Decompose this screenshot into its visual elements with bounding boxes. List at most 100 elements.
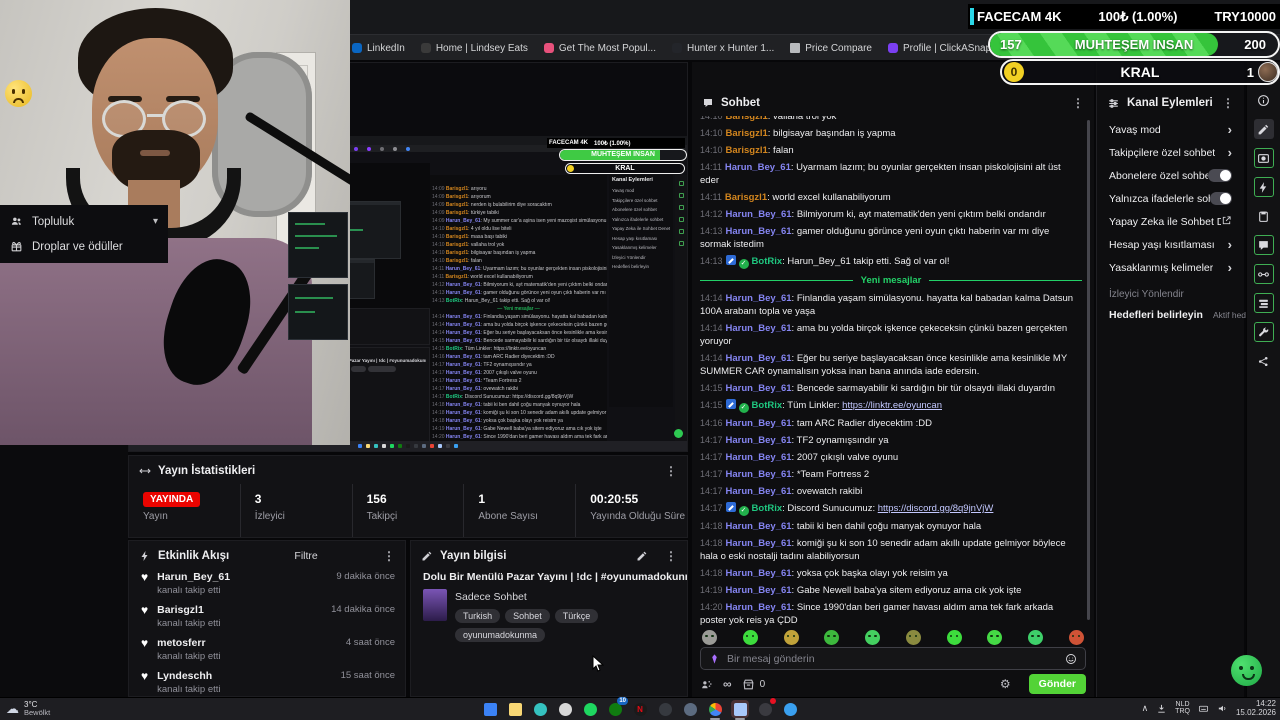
tag-pill[interactable]: oyunumadokunma (455, 628, 546, 642)
chat-scrollbar[interactable] (1087, 120, 1090, 620)
pencil-icon[interactable] (1253, 119, 1274, 139)
taskbar-tracker[interactable] (756, 698, 776, 718)
bookmark-item[interactable]: LinkedIn (352, 43, 405, 54)
tag-pill[interactable]: Turkish (455, 609, 501, 623)
taskbar-netflix[interactable]: N (631, 700, 649, 718)
kebab-menu[interactable]: ⋮ (1072, 96, 1084, 110)
bookmark-item[interactable]: Price Compare (790, 43, 872, 54)
keyboard-icon[interactable] (1198, 703, 1209, 714)
info-icon[interactable] (1254, 90, 1274, 110)
green-blob-emote[interactable] (742, 629, 758, 645)
taskbar-paint[interactable] (781, 700, 799, 718)
link-icon[interactable] (1253, 264, 1274, 284)
kebab-menu[interactable]: ⋮ (665, 464, 677, 478)
kebab-menu[interactable]: ⋮ (383, 549, 395, 563)
channel-action-chevron[interactable]: Yasaklanmış kelimeler › (1097, 256, 1244, 279)
bookmark-item[interactable]: Hunter x Hunter 1... (672, 43, 774, 54)
chat-message[interactable]: 14:12 Harun_Bey_61: Bilmiyorum ki, ayt ma… (700, 208, 1082, 221)
taskbar-edge[interactable] (531, 700, 549, 718)
activity-row[interactable]: ♥ Barisgzl1 kanalı takip etti 14 dakika önc… (129, 600, 405, 633)
chat-message[interactable]: 14:14 Harun_Bey_61: Finlandia yaşam simül… (700, 292, 1082, 318)
screen-share-icon[interactable] (1253, 148, 1274, 168)
chat-message[interactable]: 14:18 Harun_Bey_61: tabii ki ben dahil ço… (700, 520, 1082, 533)
kebab-menu[interactable]: ⋮ (1222, 96, 1234, 110)
chat-input[interactable] (727, 652, 1058, 665)
red-angry-emote[interactable] (1068, 629, 1084, 645)
tag-pill[interactable]: Sohbet (505, 609, 550, 623)
taskbar-discord[interactable] (656, 700, 674, 718)
emote-picker-icon[interactable] (1065, 653, 1077, 665)
chat-message[interactable]: 14:14 Harun_Bey_61: ama bu yolda birçok i… (700, 322, 1082, 348)
clock[interactable]: 14:22 15.02.2026 (1236, 699, 1276, 717)
taskbar-chrome[interactable] (706, 700, 724, 720)
share-nodes-icon[interactable] (1254, 351, 1274, 371)
chat-message[interactable]: 14:11 Barisgzl1: world excel kullanabiliy… (700, 191, 1082, 204)
tag-pill[interactable]: Türkçe (554, 609, 599, 623)
burger-emote[interactable] (783, 629, 799, 645)
green-happy-emote[interactable] (987, 629, 1003, 645)
language-indicator[interactable]: NLD TRQ (1175, 701, 1190, 716)
viewers-icon[interactable] (700, 678, 713, 691)
taskbar-notepad[interactable] (731, 700, 749, 720)
chatbot-widget[interactable] (1231, 655, 1262, 686)
chat-message[interactable]: 14:17 Harun_Bey_61: TF2 oynamışsındır ya (700, 434, 1082, 447)
tray-expand-icon[interactable]: ∧ (1142, 703, 1149, 714)
chat-message[interactable]: 14:15 Harun_Bey_61: Bencede sarmayabilir … (700, 382, 1082, 395)
taskbar-start[interactable] (481, 700, 499, 718)
lightning-icon[interactable] (1253, 177, 1274, 197)
chat-message[interactable]: 14:14 Harun_Bey_61: Eğer bu seriye başlay… (700, 352, 1082, 378)
channel-action-toggle[interactable]: Yalnızca ifadelerle sohbet (1097, 187, 1244, 210)
green-flower-emote[interactable] (865, 629, 881, 645)
download-icon[interactable] (1156, 703, 1167, 714)
chat-message[interactable]: 14:15 ✓ BotRix: Tüm Linkler: https://linkt… (700, 399, 1082, 413)
chat-message[interactable]: 14:11 Harun_Bey_61: Uyarmam lazım; bu oyu… (700, 161, 1082, 187)
bits-icon[interactable] (709, 652, 720, 666)
category-name[interactable]: Sadece Sohbet (455, 591, 675, 603)
link-icon[interactable]: ∞ (723, 677, 732, 691)
sidebar-item-drops[interactable]: Droplar ve ödüller (10, 234, 158, 259)
new-messages-divider[interactable]: Yeni mesajlar (700, 275, 1082, 286)
channel-action-toggle[interactable]: Abonelere özel sohbet (1097, 164, 1244, 187)
channel-action-external[interactable]: Yapay Zeka ile Sohbet Denetimi (1097, 210, 1244, 233)
activity-row[interactable]: ♥ metosferr kanalı takip etti 4 saat önce (129, 633, 405, 666)
green-calm-emote[interactable] (1028, 629, 1044, 645)
speaker-icon[interactable] (1217, 703, 1228, 714)
taskbar-steam[interactable] (681, 700, 699, 718)
chat-message[interactable]: 14:17 Harun_Bey_61: ovewatch rakibi (700, 485, 1082, 498)
green-hat-emote[interactable] (824, 629, 840, 645)
book-face-emote[interactable] (905, 629, 921, 645)
chat-message[interactable]: 14:13 Harun_Bey_61: gamer olduğunu görünc… (700, 225, 1082, 251)
chat-message[interactable]: 14:13 ✓ BotRix: Harun_Bey_61 takip etti. S… (700, 255, 1082, 269)
channel-action-chevron[interactable]: Takipçilere özel sohbet › (1097, 141, 1244, 164)
chat-message[interactable]: 14:17 Harun_Bey_61: 2007 çıkışlı valve oy… (700, 451, 1082, 464)
taskbar-xbox[interactable]: 10 (606, 697, 628, 718)
taskbar-store[interactable] (556, 700, 574, 718)
gear-icon[interactable]: ⚙ (1000, 677, 1011, 691)
wrench-icon[interactable] (1253, 322, 1274, 342)
chat-message[interactable]: 14:10 Barisgzl1: vallaha trol yok (700, 116, 1082, 123)
cat-emote[interactable] (702, 629, 717, 645)
chat-link[interactable]: https://linktr.ee/oyuncan (842, 400, 942, 411)
chat-message[interactable]: 14:17 ✓ BotRix: Discord Sunucumuz: https:/… (700, 502, 1082, 516)
send-button[interactable]: Gönder (1028, 674, 1086, 694)
weather-widget[interactable]: ☁ 3°C Bewölkt (6, 700, 50, 717)
sidebar-item-community[interactable]: Topluluk ▾ (10, 209, 158, 234)
chat-message[interactable]: 14:19 Harun_Bey_61: Gabe Newell baba'ya s… (700, 584, 1082, 597)
channel-action-chevron[interactable]: Yavaş mod › (1097, 118, 1244, 141)
stack-icon[interactable] (1253, 293, 1274, 313)
bookmark-item[interactable]: Home | Lindsey Eats (420, 43, 528, 54)
chat-message-list[interactable]: 14:09Barisgzl1: arıyoru14:09Barisgzl1: a… (700, 116, 1082, 627)
chat-bubble-icon[interactable] (1253, 235, 1274, 255)
filter-button[interactable]: Filtre (294, 550, 317, 562)
toggle-switch[interactable] (1207, 169, 1232, 182)
kebab-menu[interactable]: ⋮ (665, 549, 677, 563)
store-icon[interactable] (742, 678, 755, 691)
category-thumbnail[interactable] (423, 589, 447, 621)
chat-message[interactable]: 14:18 Harun_Bey_61: komiği şu ki son 10 s… (700, 537, 1082, 563)
channel-action-chevron[interactable]: Hesap yaşı kısıtlaması › (1097, 233, 1244, 256)
chat-message[interactable]: 14:18 Harun_Bey_61: yoksa çok başka olayı… (700, 567, 1082, 580)
taskbar-spotify[interactable] (581, 700, 599, 718)
chat-message[interactable]: 14:16 Harun_Bey_61: tam ARC Radier diyece… (700, 417, 1082, 430)
chat-message[interactable]: 14:20 Harun_Bey_61: Since 1990'dan beri g… (700, 601, 1082, 627)
chat-link[interactable]: https://discord.gg/8q9jnVjW (878, 503, 994, 514)
